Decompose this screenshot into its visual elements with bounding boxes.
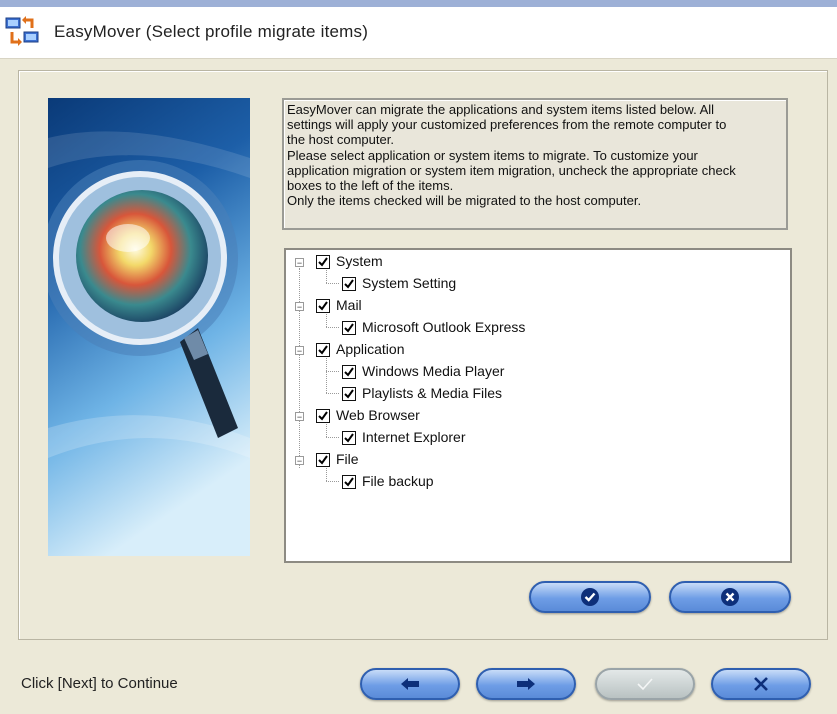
next-button[interactable]: [476, 668, 576, 700]
cancel-button[interactable]: [711, 668, 811, 700]
title-bar-edge: [0, 0, 837, 7]
description-line: the host computer.: [287, 132, 394, 148]
tree-node-system-setting[interactable]: System Setting: [286, 274, 766, 294]
collapse-toggle-icon[interactable]: −: [295, 302, 304, 312]
check-icon: [318, 345, 328, 355]
collapse-toggle-icon[interactable]: −: [295, 258, 304, 268]
tree-node-application[interactable]: − Application: [286, 340, 766, 360]
check-icon: [318, 455, 328, 465]
tree-node-label: Playlists & Media Files: [362, 385, 503, 401]
x-icon: [754, 677, 768, 691]
check-icon: [344, 389, 354, 399]
collapse-toggle-icon[interactable]: −: [295, 346, 304, 356]
checkbox-windows-media-player[interactable]: [342, 365, 356, 379]
description-panel: EasyMover can migrate the applications a…: [282, 98, 788, 230]
tree-node-file-backup[interactable]: File backup: [286, 472, 766, 492]
collapse-toggle-icon[interactable]: −: [295, 456, 304, 466]
x-circle-icon: [721, 588, 739, 606]
description-line: application migration or system item mig…: [287, 162, 736, 178]
tree-node-internet-explorer[interactable]: Internet Explorer: [286, 428, 766, 448]
checkbox-mail[interactable]: [316, 299, 330, 313]
tree-node-mail[interactable]: − Mail: [286, 296, 766, 316]
back-button[interactable]: [360, 668, 460, 700]
tree-node-file[interactable]: − File: [286, 450, 766, 470]
tree-node-label: Web Browser: [336, 407, 420, 423]
arrow-right-icon: [517, 678, 535, 690]
tree-node-outlook-express[interactable]: Microsoft Outlook Express: [286, 318, 766, 338]
checkbox-playlists-media-files[interactable]: [342, 387, 356, 401]
tree-node-label: Internet Explorer: [362, 429, 466, 445]
checkbox-system[interactable]: [316, 255, 330, 269]
tree-node-label: Mail: [336, 297, 362, 313]
select-all-button[interactable]: [529, 581, 651, 613]
checkbox-application[interactable]: [316, 343, 330, 357]
checkbox-outlook-express[interactable]: [342, 321, 356, 335]
tree-node-label: System: [336, 253, 383, 269]
checkbox-web-browser[interactable]: [316, 409, 330, 423]
tree-node-system[interactable]: − System: [286, 252, 766, 272]
description-line: settings will apply your customized pref…: [287, 117, 727, 133]
check-icon: [344, 367, 354, 377]
check-circle-icon: [581, 588, 599, 606]
finish-button[interactable]: [595, 668, 695, 700]
clear-all-button[interactable]: [669, 581, 791, 613]
easymover-app-icon: [5, 16, 39, 46]
collapse-toggle-icon[interactable]: −: [295, 412, 304, 422]
tree-node-label: Windows Media Player: [362, 363, 505, 379]
description-line: EasyMover can migrate the applications a…: [287, 102, 715, 117]
tree-node-label: System Setting: [362, 275, 457, 291]
check-icon: [344, 477, 354, 487]
tree-node-windows-media-player[interactable]: Windows Media Player: [286, 362, 766, 382]
tree-node-web-browser[interactable]: − Web Browser: [286, 406, 766, 426]
magnifier-banner-image: [48, 98, 250, 556]
description-line: Please select application or system item…: [287, 147, 698, 163]
checkmark-icon: [637, 678, 653, 691]
check-icon: [344, 323, 354, 333]
checkbox-system-setting[interactable]: [342, 277, 356, 291]
check-icon: [344, 433, 354, 443]
check-icon: [318, 411, 328, 421]
check-icon: [318, 301, 328, 311]
checkbox-internet-explorer[interactable]: [342, 431, 356, 445]
tree-node-label: File: [336, 451, 359, 467]
check-icon: [344, 279, 354, 289]
migrate-items-tree[interactable]: − System System Setting − Mail Microsoft…: [284, 248, 792, 563]
checkbox-file[interactable]: [316, 453, 330, 467]
tree-node-label: Microsoft Outlook Express: [362, 319, 526, 335]
window-title: EasyMover (Select profile migrate items): [54, 22, 369, 41]
tree-node-playlists-media-files[interactable]: Playlists & Media Files: [286, 384, 766, 404]
tree-node-label: Application: [336, 341, 405, 357]
description-line: Only the items checked will be migrated …: [287, 193, 642, 209]
arrow-left-icon: [401, 678, 419, 690]
status-text: Click [Next] to Continue: [21, 675, 178, 692]
check-icon: [318, 257, 328, 267]
checkbox-file-backup[interactable]: [342, 475, 356, 489]
title-bar: EasyMover (Select profile migrate items): [0, 0, 837, 59]
description-line: boxes to the left of the items.: [287, 178, 454, 194]
tree-node-label: File backup: [362, 473, 434, 489]
